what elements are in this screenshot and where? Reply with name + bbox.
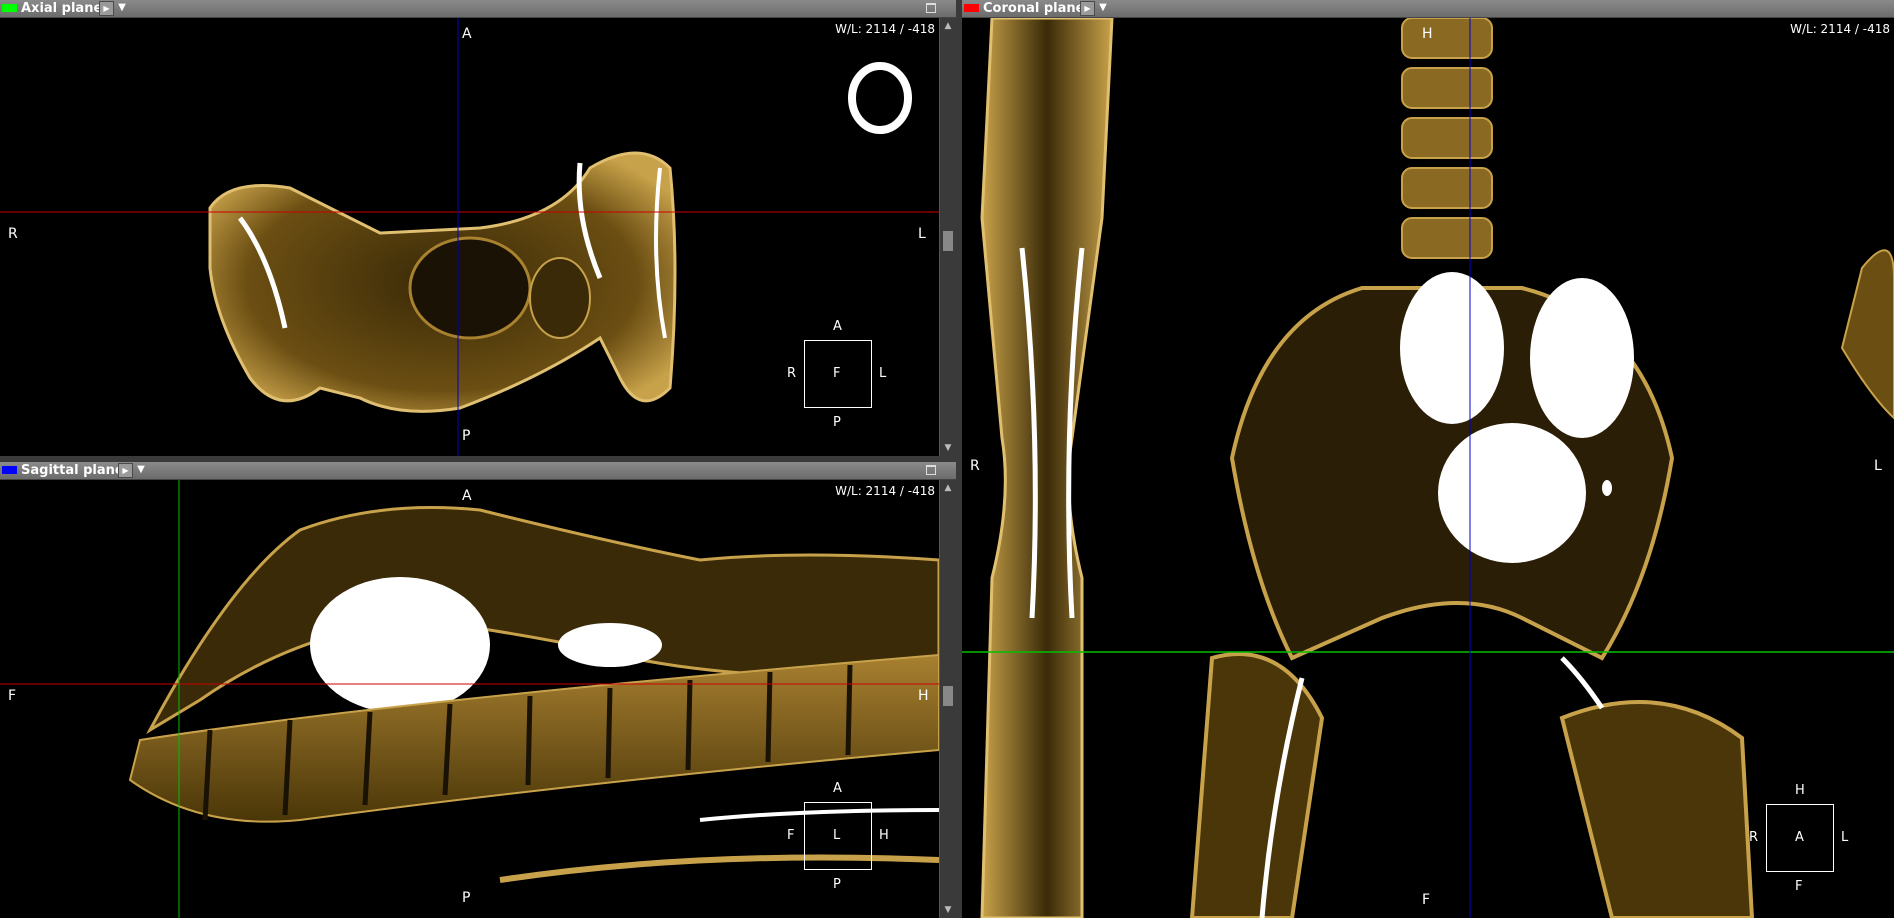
sagittal-label-bottom: P (462, 890, 471, 906)
cube-bottom: P (833, 877, 841, 892)
coronal-ct-image (962, 18, 1894, 918)
coronal-window-level: W/L: 2114 / -418 (1790, 22, 1890, 36)
sagittal-title: Sagittal plane (21, 463, 124, 478)
cube-center: A (1795, 830, 1804, 845)
sagittal-label-top: A (462, 488, 472, 504)
sagittal-scroll-thumb[interactable] (943, 686, 953, 706)
axial-label-left: R (8, 226, 18, 242)
coronal-titlebar: Coronal plane ▶ ▼ (962, 0, 1894, 18)
chevron-down-icon[interactable]: ▼ (115, 1, 129, 15)
coronal-bright-mass-2 (1530, 278, 1634, 438)
maximize-icon[interactable] (926, 465, 936, 475)
arrow-up-icon[interactable]: ▲ (942, 482, 954, 494)
arrow-up-icon[interactable]: ▲ (942, 20, 954, 32)
sagittal-orientation-cube: L A P F H (787, 781, 889, 892)
axial-titlebar: Axial plane ▶ ▼ (0, 0, 956, 18)
cube-top: H (1795, 783, 1805, 798)
sagittal-titlebar: Sagittal plane ▶ ▼ (0, 462, 956, 480)
maximize-icon[interactable] (926, 3, 936, 13)
coronal-color-swatch (964, 4, 979, 12)
coronal-bright-mass-1 (1400, 272, 1504, 424)
sagittal-label-left: F (8, 688, 17, 704)
play-icon[interactable]: ▶ (118, 463, 133, 478)
coronal-title: Coronal plane (983, 1, 1085, 16)
sagittal-window-level: W/L: 2114 / -418 (835, 484, 935, 498)
cube-bottom: P (833, 415, 841, 430)
coronal-viewer[interactable]: Coronal plane ▶ ▼ W/L: 2114 / -418 H F R… (962, 0, 1894, 918)
coronal-spine (1401, 18, 1493, 259)
sagittal-image-view[interactable]: W/L: 2114 / -418 A P F H L A P F H (0, 480, 939, 918)
cube-top: A (833, 319, 842, 334)
coronal-orientation-cube: A H F R L (1749, 783, 1848, 894)
axial-title: Axial plane (21, 1, 103, 16)
coronal-image-view[interactable]: W/L: 2114 / -418 H F R L A H F R L (962, 18, 1894, 918)
cube-right: L (879, 366, 887, 381)
sagittal-viewer[interactable]: Sagittal plane ▶ ▼ W/L: 2114 / -418 A P … (0, 462, 956, 918)
cube-right: H (879, 828, 889, 843)
axial-scroll-thumb[interactable] (943, 231, 953, 251)
sagittal-ct-image (0, 480, 939, 918)
arrow-down-icon[interactable]: ▼ (942, 904, 954, 916)
axial-ct-image (0, 18, 939, 456)
play-icon[interactable]: ▶ (1080, 1, 1095, 16)
cube-right: L (1841, 830, 1849, 845)
chevron-down-icon[interactable]: ▼ (1096, 1, 1110, 15)
play-icon[interactable]: ▶ (99, 1, 114, 16)
axial-label-top: A (462, 26, 472, 42)
sagittal-label-right: H (918, 688, 929, 704)
coronal-label-right: L (1874, 458, 1882, 474)
coronal-bright-mass-3 (1438, 423, 1586, 563)
coronal-label-bottom: F (1422, 892, 1431, 908)
coronal-left-femur (980, 18, 1114, 918)
axial-label-right: L (918, 226, 926, 242)
sagittal-scrollbar[interactable]: ▲ ▼ (939, 480, 956, 918)
sagittal-spine (128, 653, 939, 823)
sagittal-bright-mass (310, 577, 490, 713)
axial-orientation-cube: F A P R L (787, 319, 886, 430)
axial-viewer[interactable]: Axial plane ▶ ▼ W/L: 2114 / -418 A P R L… (0, 0, 956, 456)
chevron-down-icon[interactable]: ▼ (134, 463, 148, 477)
coronal-label-left: R (970, 458, 980, 474)
arrow-down-icon[interactable]: ▼ (942, 442, 954, 454)
cube-bottom: F (1795, 879, 1803, 894)
axial-scrollbar[interactable]: ▲ ▼ (939, 18, 956, 456)
axial-color-swatch (2, 4, 17, 12)
cube-top: A (833, 781, 842, 796)
axial-image-view[interactable]: W/L: 2114 / -418 A P R L F A P R L (0, 18, 939, 456)
axial-window-level: W/L: 2114 / -418 (835, 22, 935, 36)
cube-left: F (787, 828, 795, 843)
cube-center: F (833, 366, 841, 381)
cube-center: L (833, 828, 841, 843)
cube-left: R (1749, 830, 1759, 845)
coronal-label-top: H (1422, 26, 1433, 42)
axial-label-bottom: P (462, 428, 471, 444)
cube-left: R (787, 366, 797, 381)
sagittal-color-swatch (2, 466, 17, 474)
